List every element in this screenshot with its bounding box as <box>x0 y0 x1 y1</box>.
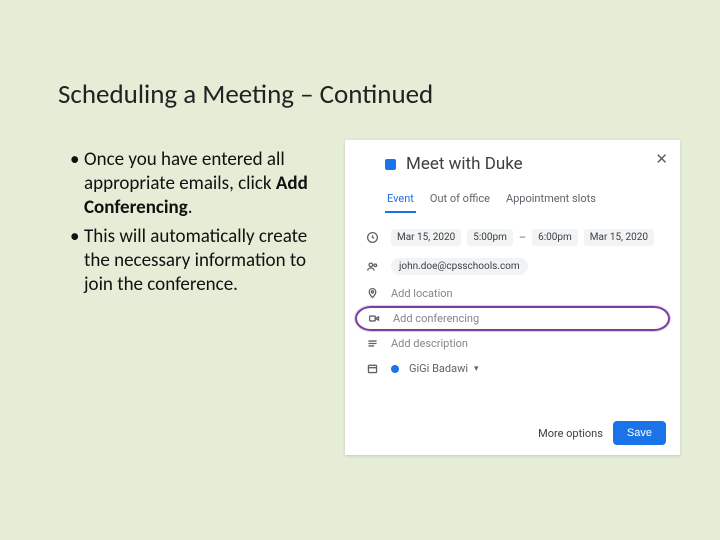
tab-event[interactable]: Event <box>385 186 416 213</box>
guest-chip[interactable]: john.doe@cpsschools.com <box>391 258 528 275</box>
calendar-icon <box>363 362 381 375</box>
video-icon <box>365 312 383 325</box>
end-time[interactable]: 6:00pm <box>532 229 578 246</box>
location-row[interactable]: Add location <box>361 281 664 306</box>
event-title[interactable]: Meet with Duke <box>406 154 523 174</box>
color-swatch <box>385 159 396 170</box>
bullet-item: Once you have entered all appropriate em… <box>70 148 320 219</box>
slide-title: Scheduling a Meeting – Continued <box>58 78 433 111</box>
location-icon <box>363 287 381 300</box>
description-row[interactable]: Add description <box>361 331 664 356</box>
tabs: Event Out of office Appointment slots <box>361 186 664 213</box>
location-placeholder: Add location <box>391 287 453 300</box>
people-icon <box>363 260 381 273</box>
conferencing-row[interactable]: Add conferencing <box>355 306 670 331</box>
more-options-button[interactable]: More options <box>538 427 603 440</box>
description-icon <box>363 337 381 350</box>
start-date[interactable]: Mar 15, 2020 <box>391 229 461 246</box>
panel-title-row: Meet with Duke <box>361 154 664 174</box>
close-icon[interactable]: ✕ <box>655 150 668 168</box>
time-dash: – <box>519 231 526 244</box>
save-button[interactable]: Save <box>613 421 666 445</box>
bullet-list: Once you have entered all appropriate em… <box>70 148 320 303</box>
conferencing-placeholder: Add conferencing <box>393 312 479 325</box>
calendar-name: GiGi Badawi <box>409 362 468 375</box>
bullet-text: This will automatically create the neces… <box>84 225 307 296</box>
bullet-item: This will automatically create the neces… <box>70 225 320 296</box>
end-date[interactable]: Mar 15, 2020 <box>584 229 654 246</box>
tab-appointment-slots[interactable]: Appointment slots <box>504 186 598 213</box>
time-row: Mar 15, 2020 5:00pm – 6:00pm Mar 15, 202… <box>361 223 664 252</box>
event-panel: ✕ Meet with Duke Event Out of office App… <box>345 140 680 455</box>
bullet-text: Once you have entered all appropriate em… <box>84 148 285 195</box>
bullet-text: . <box>188 196 193 219</box>
calendar-row[interactable]: GiGi Badawi ▾ <box>361 356 664 381</box>
description-placeholder: Add description <box>391 337 468 350</box>
tab-out-of-office[interactable]: Out of office <box>428 186 492 213</box>
start-time[interactable]: 5:00pm <box>467 229 513 246</box>
chevron-down-icon: ▾ <box>474 364 479 374</box>
clock-icon <box>363 231 381 244</box>
panel-footer: More options Save <box>538 421 666 445</box>
calendar-color-dot <box>391 365 399 373</box>
guests-row: john.doe@cpsschools.com <box>361 252 664 281</box>
